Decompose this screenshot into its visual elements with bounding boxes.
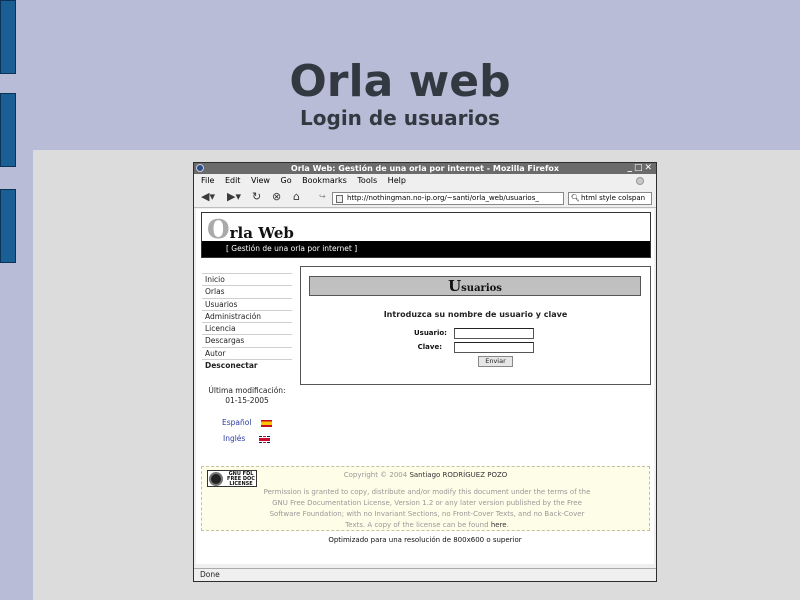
panel-title-initial: U [448, 277, 462, 295]
license-text: Permission is granted to copy, distribut… [263, 488, 591, 529]
login-panel: Usuarios Introduzca su nombre de usuario… [300, 266, 651, 385]
url-input[interactable]: http://nothingman.no-ip.org/~santi/orla_… [332, 192, 564, 205]
resolution-note: Optimizado para una resolución de 800x60… [328, 536, 522, 544]
search-input[interactable]: 🔍︎ html style colspan [568, 192, 652, 205]
nav-item-licencia[interactable]: Licencia [202, 322, 292, 334]
panel-title-text: suarios [461, 283, 502, 294]
web-page: Orla Web [ Gestión de una orla por inter… [196, 209, 654, 564]
password-label: Clave: [417, 343, 442, 351]
nav-item-autor[interactable]: Autor [202, 346, 292, 359]
status-bar: Done [194, 568, 656, 581]
language-link-spanish[interactable]: Español [222, 418, 273, 427]
last-modified: Última modificación: 01-15-2005 [202, 386, 292, 406]
logo-text: rla Web [229, 224, 294, 242]
stop-icon[interactable]: ⊗ [272, 191, 281, 203]
window-controls[interactable]: _□✕ [627, 163, 654, 174]
language-label: Español [222, 418, 252, 427]
menu-file[interactable]: File [201, 176, 214, 185]
site-tagline: [ Gestión de una orla por internet ] [202, 241, 650, 257]
browser-window: Orla Web: Gestión de una orla por intern… [193, 162, 657, 582]
username-input[interactable] [454, 328, 534, 339]
menu-view[interactable]: View [251, 176, 270, 185]
spain-flag-icon [261, 419, 273, 427]
last-modified-date: 01-15-2005 [225, 396, 269, 405]
browser-titlebar: Orla Web: Gestión de una orla por intern… [194, 163, 656, 174]
go-icon[interactable]: ↪ [319, 191, 326, 203]
menu-bookmarks[interactable]: Bookmarks [302, 176, 347, 185]
username-label: Usuario: [413, 329, 447, 337]
nav-item-descargas[interactable]: Descargas [202, 334, 292, 346]
slide-subtitle: Login de usuarios [300, 106, 500, 130]
language-label: Inglés [223, 434, 246, 443]
menu-bar: File Edit View Go Bookmarks Tools Help [194, 174, 656, 188]
nav-item-usuarios[interactable]: Usuarios [202, 297, 292, 310]
uk-flag-icon [259, 435, 271, 443]
menu-tools[interactable]: Tools [357, 176, 377, 185]
search-text: html style colspan [581, 194, 646, 202]
license-body: Permission is granted to copy, distribut… [263, 488, 591, 529]
forward-icon[interactable]: ▶▾ [227, 191, 241, 203]
navigation-toolbar: ◀▾ ▶▾ ↻ ⊗ ⌂ ↪ http://nothingman.no-ip.or… [194, 188, 656, 208]
nav-item-administracion[interactable]: Administración [202, 309, 292, 322]
site-nav: Inicio Orlas Usuarios Administración Lic… [202, 273, 292, 371]
license-here-link[interactable]: here [491, 521, 507, 529]
menu-go[interactable]: Go [281, 176, 292, 185]
nav-item-desconectar[interactable]: Desconectar [202, 359, 292, 371]
password-input[interactable] [454, 342, 534, 353]
search-icon: 🔍︎ [571, 194, 580, 202]
site-header: Orla Web [ Gestión de una orla por inter… [201, 212, 651, 258]
menu-edit[interactable]: Edit [225, 176, 241, 185]
slide-title: Orla web [289, 56, 511, 107]
firefox-icon [196, 164, 204, 172]
submit-button[interactable]: Enviar [478, 356, 513, 367]
throbber-icon [636, 177, 644, 185]
login-prompt: Introduzca su nombre de usuario y clave [383, 310, 568, 319]
home-icon[interactable]: ⌂ [293, 191, 300, 203]
copyright-line: Copyright © 2004 Santiago RODRÍGUEZ POZO [202, 471, 649, 479]
copyright-prefix: Copyright © 2004 [343, 471, 408, 479]
author-link[interactable]: Santiago RODRÍGUEZ POZO [409, 471, 507, 479]
url-text: http://nothingman.no-ip.org/~santi/orla_… [347, 194, 539, 202]
last-modified-label: Última modificación: [208, 386, 286, 395]
window-title: Orla Web: Gestión de una orla por intern… [290, 164, 560, 173]
license-footer: GNU FDL FREE DOC LICENSE Copyright © 200… [201, 466, 650, 531]
language-link-english[interactable]: Inglés [223, 434, 271, 443]
nav-item-inicio[interactable]: Inicio [202, 273, 292, 285]
panel-title: Usuarios [309, 276, 641, 296]
back-icon[interactable]: ◀▾ [201, 191, 215, 203]
menu-help[interactable]: Help [388, 176, 406, 185]
page-icon [336, 195, 343, 203]
nav-item-orlas[interactable]: Orlas [202, 285, 292, 297]
slide-side-tab [0, 189, 16, 263]
reload-icon[interactable]: ↻ [252, 191, 261, 203]
